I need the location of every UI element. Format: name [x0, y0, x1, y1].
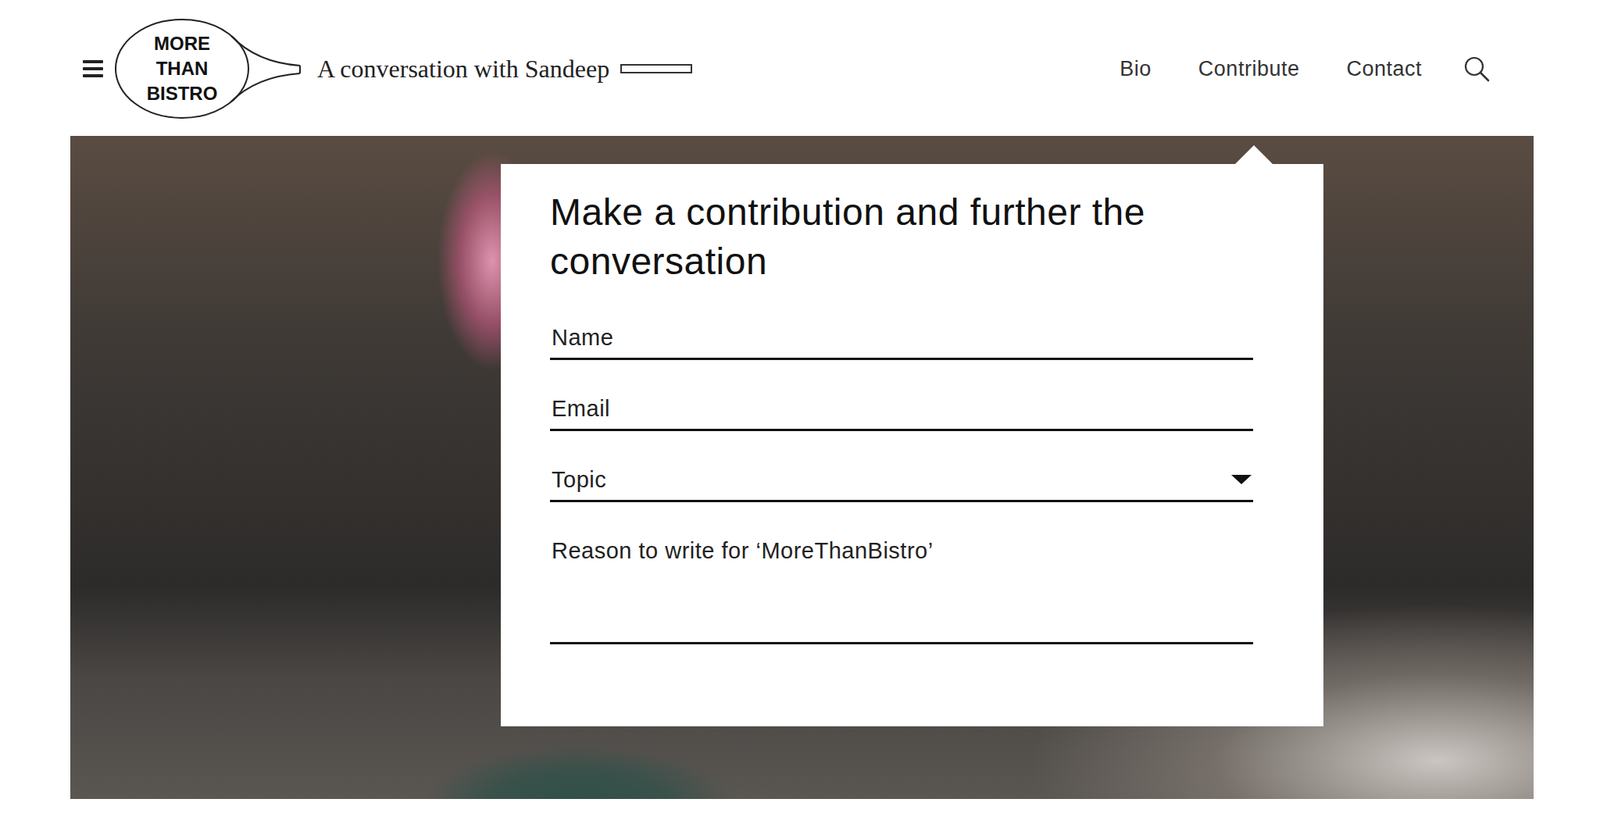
text-field[interactable]: Name — [550, 323, 1254, 361]
main-nav: Bio Contribute Contact — [1119, 54, 1491, 83]
dropdown-arrow-icon[interactable] — [1231, 475, 1252, 485]
field-label: Topic — [551, 465, 1224, 494]
logo-line: THAN — [156, 56, 209, 82]
text-field[interactable]: Email — [550, 394, 1254, 432]
logo-line: MORE — [153, 31, 211, 57]
hero-photo: Make a contribution and further the conv… — [70, 135, 1534, 800]
topic-select[interactable]: Topic — [550, 465, 1254, 503]
menu-icon[interactable] — [82, 60, 104, 78]
nav-link[interactable]: Bio — [1119, 57, 1152, 82]
reason-textarea[interactable]: Reason to write for ‘MoreThanBistro’ — [550, 536, 1254, 645]
search-icon[interactable] — [1462, 54, 1491, 83]
nav-link[interactable]: Contribute — [1198, 57, 1300, 82]
popup-title: Make a contribution and further the conv… — [550, 187, 1254, 286]
site-header: MORETHANBISTRO A conversation with Sandee… — [0, 0, 1600, 136]
site-logo[interactable]: MORETHANBISTRO — [114, 17, 302, 121]
field-label: Email — [551, 394, 1252, 423]
field-label: Reason to write for ‘MoreThanBistro’ — [551, 536, 1252, 565]
field-label: Name — [551, 323, 1252, 352]
logo-line: BISTRO — [146, 81, 218, 107]
logo-text: MORETHANBISTRO — [114, 17, 250, 121]
contribute-popup: Make a contribution and further the conv… — [500, 164, 1324, 727]
nav-link[interactable]: Contact — [1346, 57, 1422, 82]
tagline: A conversation with Sandeep — [317, 54, 610, 84]
popup-arrow — [1235, 145, 1273, 165]
tagline-rule — [620, 64, 693, 74]
